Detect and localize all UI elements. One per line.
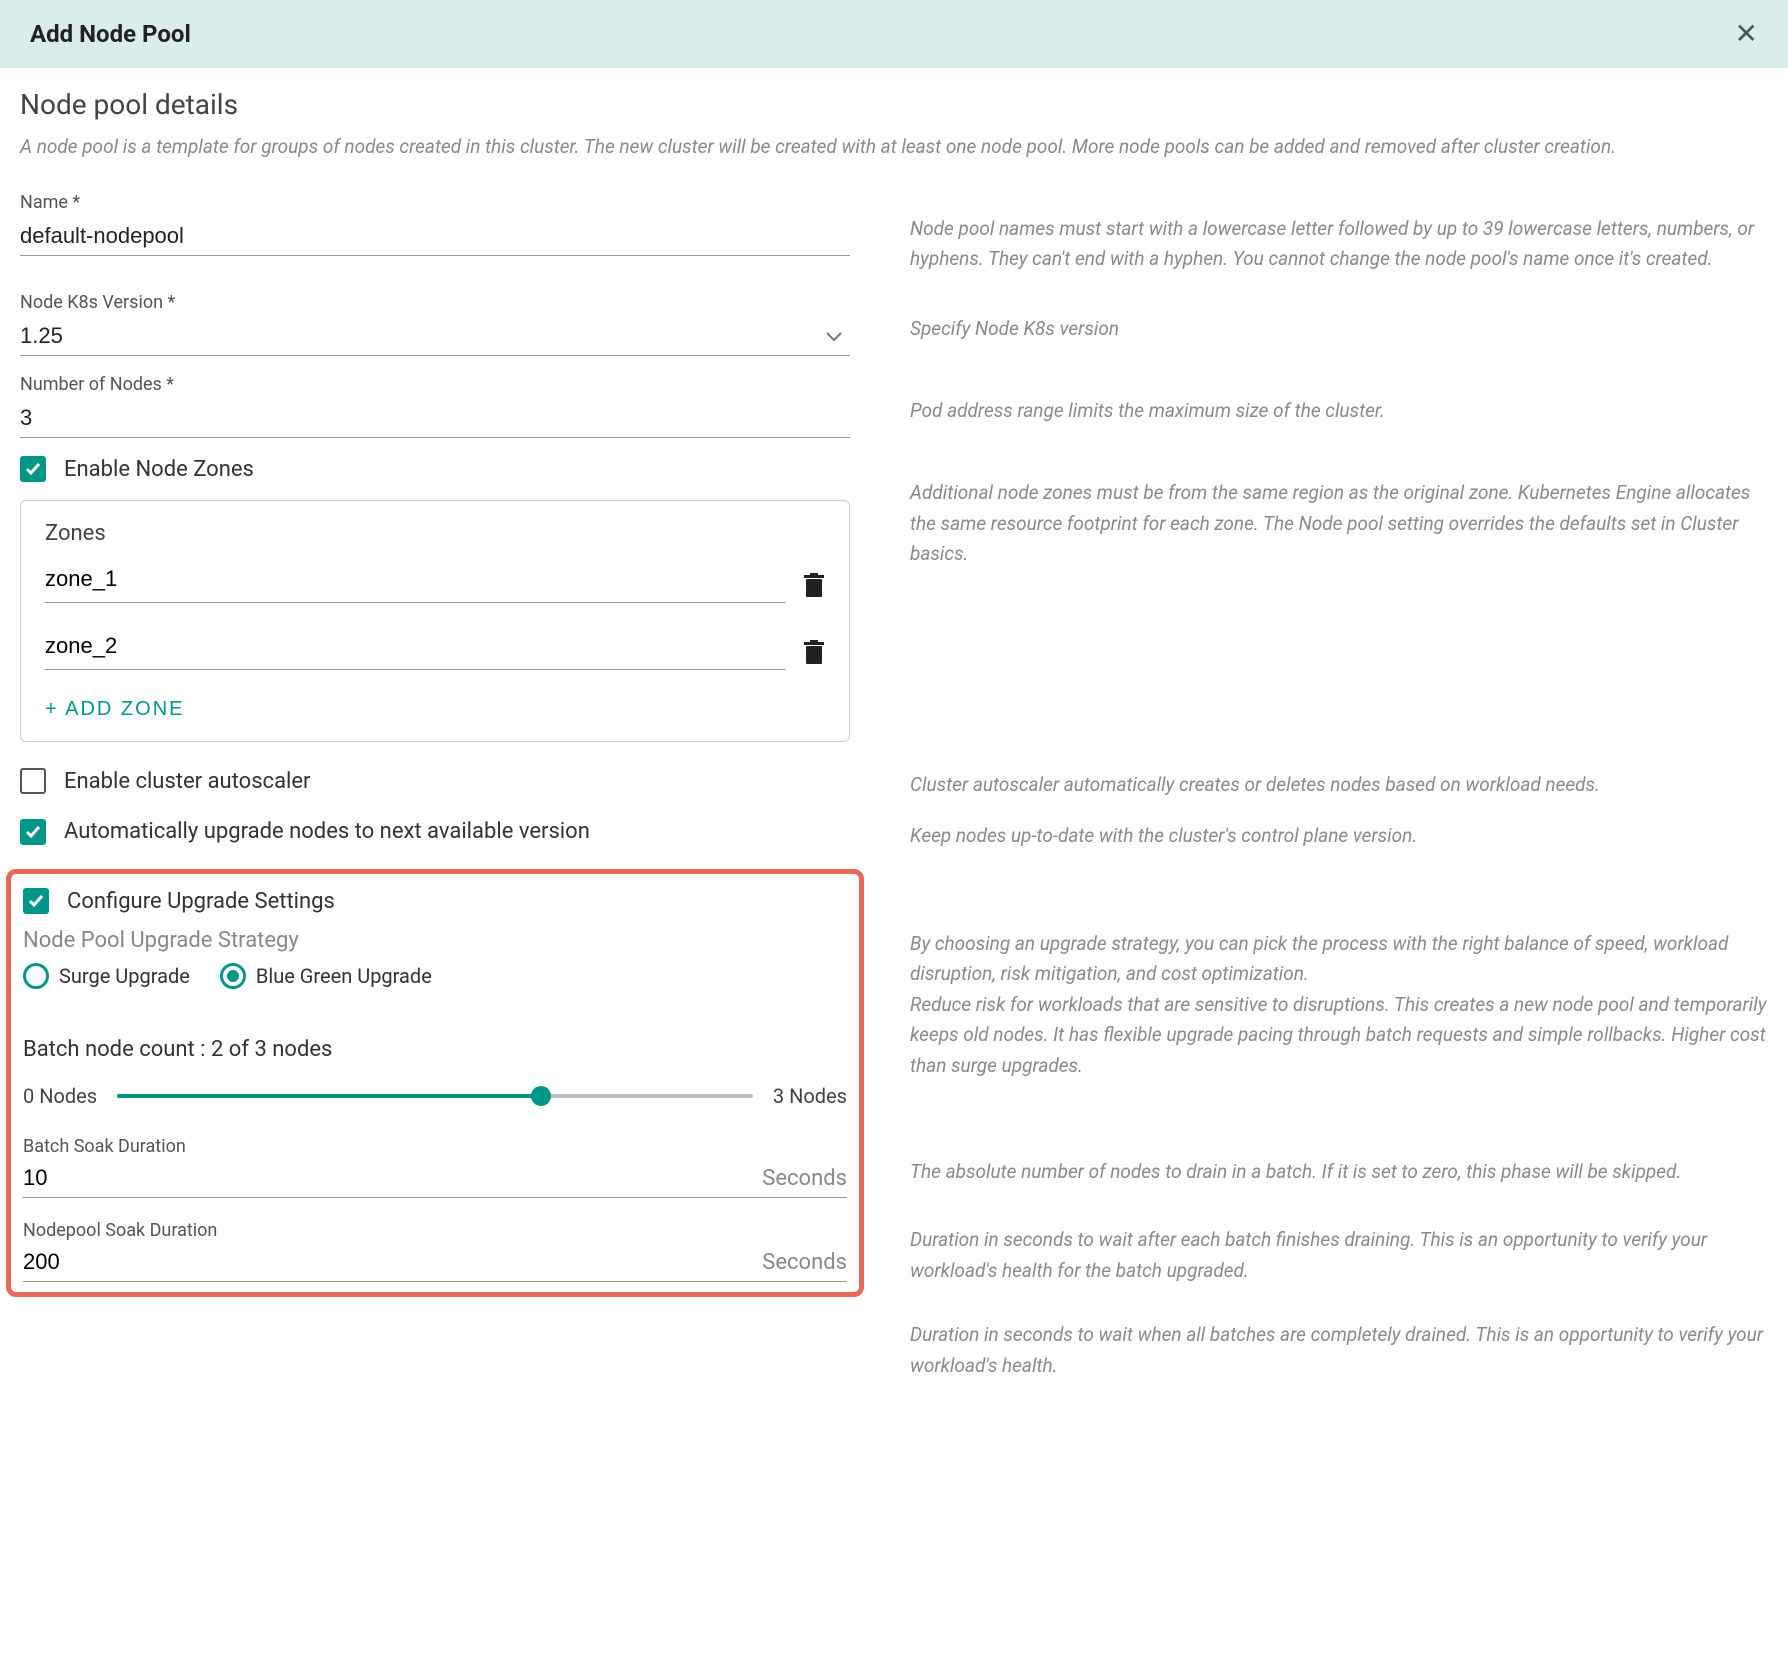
pool-soak-label: Nodepool Soak Duration [23, 1220, 847, 1241]
delete-zone-button[interactable] [803, 640, 825, 670]
zones-card: Zones [20, 500, 850, 742]
zone-row [45, 558, 825, 603]
slider-thumb[interactable] [531, 1086, 551, 1106]
zones-card-title: Zones [45, 521, 825, 546]
auto-upgrade-label: Automatically upgrade nodes to next avai… [64, 819, 590, 844]
radio-icon [23, 963, 49, 989]
pool-soak-help: Duration in seconds to wait when all bat… [910, 1320, 1768, 1381]
autoscaler-help: Cluster autoscaler automatically creates… [910, 770, 1768, 800]
batch-soak-help: Duration in seconds to wait after each b… [910, 1225, 1768, 1286]
seconds-unit: Seconds [762, 1166, 847, 1191]
configure-upgrade-checkbox[interactable] [23, 888, 49, 914]
name-label: Name * [20, 192, 850, 213]
close-icon: ✕ [1735, 18, 1758, 49]
delete-zone-button[interactable] [803, 573, 825, 603]
slider-max-label: 3 Nodes [773, 1084, 847, 1108]
slider-min-label: 0 Nodes [23, 1084, 97, 1108]
dialog-title: Add Node Pool [30, 20, 191, 48]
trash-icon [803, 640, 825, 666]
zone-row [45, 625, 825, 670]
upgrade-help-1: By choosing an upgrade strategy, you can… [910, 929, 1768, 990]
upgrade-help-2: Reduce risk for workloads that are sensi… [910, 990, 1768, 1081]
surge-upgrade-label: Surge Upgrade [59, 964, 190, 988]
blue-green-upgrade-label: Blue Green Upgrade [256, 964, 432, 988]
zones-help: Additional node zones must be from the s… [910, 478, 1768, 569]
name-input[interactable] [20, 217, 850, 256]
upgrade-strategy-label: Node Pool Upgrade Strategy [23, 928, 847, 953]
dialog-header: Add Node Pool ✕ [0, 0, 1788, 68]
seconds-unit: Seconds [762, 1250, 847, 1275]
batch-count-slider[interactable] [117, 1094, 753, 1098]
num-nodes-label: Number of Nodes * [20, 374, 850, 395]
zone-input[interactable] [45, 625, 785, 670]
k8s-version-help: Specify Node K8s version [910, 314, 1768, 344]
blue-green-upgrade-radio[interactable]: Blue Green Upgrade [220, 963, 432, 989]
enable-autoscaler-label: Enable cluster autoscaler [64, 769, 311, 794]
check-icon [27, 892, 45, 910]
upgrade-settings-highlight: Configure Upgrade Settings Node Pool Upg… [6, 869, 864, 1297]
auto-upgrade-checkbox[interactable] [20, 819, 46, 845]
surge-upgrade-radio[interactable]: Surge Upgrade [23, 963, 190, 989]
section-description: A node pool is a template for groups of … [20, 133, 1768, 162]
k8s-version-select[interactable] [20, 317, 850, 356]
batch-help: The absolute number of nodes to drain in… [910, 1157, 1768, 1187]
enable-autoscaler-checkbox[interactable] [20, 768, 46, 794]
zone-input[interactable] [45, 558, 785, 603]
batch-soak-label: Batch Soak Duration [23, 1136, 847, 1157]
enable-zones-checkbox[interactable] [20, 456, 46, 482]
k8s-version-label: Node K8s Version * [20, 292, 850, 313]
num-nodes-input[interactable] [20, 399, 850, 438]
batch-soak-input[interactable] [23, 1165, 752, 1191]
radio-icon [220, 963, 246, 989]
pool-soak-input[interactable] [23, 1249, 752, 1275]
slider-fill [117, 1094, 540, 1098]
section-title: Node pool details [20, 88, 1768, 121]
check-icon [24, 460, 42, 478]
auto-upgrade-help: Keep nodes up-to-date with the cluster's… [910, 821, 1768, 851]
add-zone-button[interactable]: + ADD ZONE [45, 698, 184, 721]
configure-upgrade-label: Configure Upgrade Settings [67, 889, 335, 914]
check-icon [24, 823, 42, 841]
trash-icon [803, 573, 825, 599]
num-nodes-help: Pod address range limits the maximum siz… [910, 396, 1768, 426]
enable-zones-label: Enable Node Zones [64, 457, 254, 482]
close-button[interactable]: ✕ [1735, 20, 1758, 48]
name-help: Node pool names must start with a lowerc… [910, 214, 1768, 275]
batch-count-title: Batch node count : 2 of 3 nodes [23, 1037, 847, 1062]
